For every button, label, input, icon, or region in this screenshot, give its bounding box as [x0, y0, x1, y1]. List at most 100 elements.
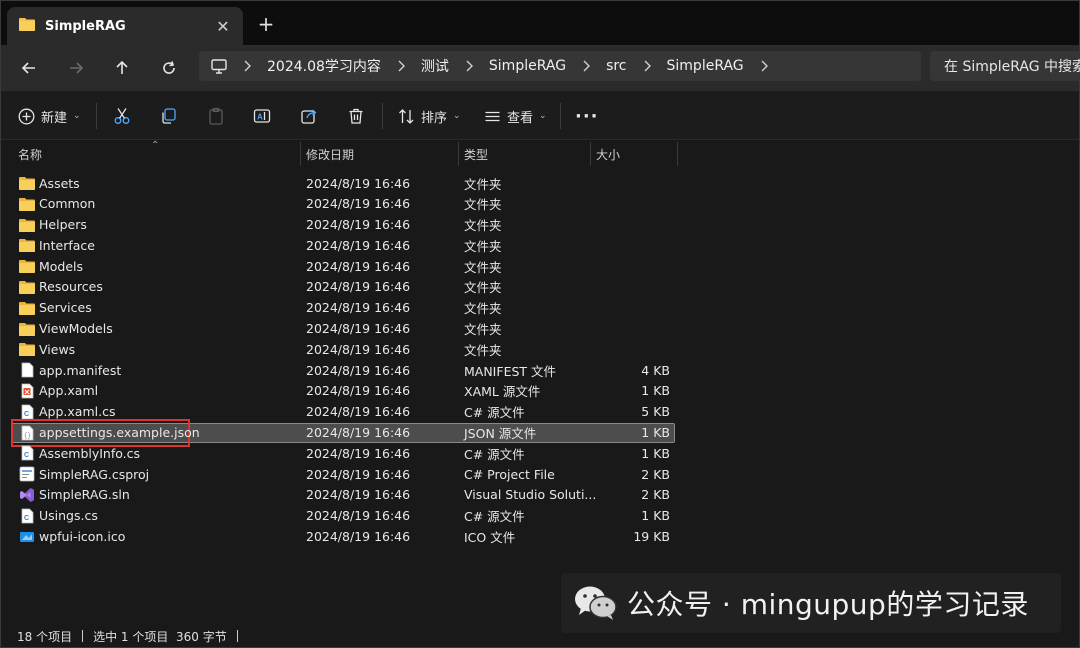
- file-name-cell[interactable]: App.xaml: [19, 381, 98, 401]
- status-divider: [82, 630, 84, 642]
- chevron-down-icon: ⌄: [539, 111, 547, 121]
- column-size[interactable]: 大小: [596, 140, 676, 168]
- file-row[interactable]: Resources 2024/8/19 16:46 文件夹: [1, 277, 1080, 298]
- file-row[interactable]: C Usings.cs 2024/8/19 16:46 C# 源文件 1 KB: [1, 506, 1080, 527]
- file-date: 2024/8/19 16:46: [306, 383, 411, 399]
- file-date: 2024/8/19 16:46: [306, 508, 411, 524]
- delete-button[interactable]: [347, 101, 365, 131]
- file-date: 2024/8/19 16:46: [306, 466, 411, 482]
- file-size: 1 KB: [641, 508, 670, 524]
- rename-icon: A: [253, 109, 271, 123]
- file-size: 1 KB: [641, 445, 670, 461]
- file-type: Visual Studio Soluti...: [464, 487, 597, 503]
- file-size: [591, 256, 670, 276]
- column-divider[interactable]: [590, 142, 591, 166]
- file-type: C# 源文件: [464, 509, 525, 525]
- more-options-button[interactable]: ···: [575, 101, 599, 131]
- file-name-cell[interactable]: Services: [19, 298, 92, 318]
- arrow-right-icon: [70, 62, 84, 74]
- chevron-down-icon: ⌄: [73, 111, 81, 121]
- file-row[interactable]: {} appsettings.example.json 2024/8/19 16:4…: [1, 418, 1080, 447]
- file-name-cell[interactable]: Views: [19, 339, 75, 359]
- search-input[interactable]: 在 SimpleRAG 中搜索: [930, 51, 1080, 81]
- file-name-cell[interactable]: app.manifest: [19, 360, 121, 380]
- file-name-cell[interactable]: C AssemblyInfo.cs: [19, 443, 140, 463]
- file-row[interactable]: app.manifest 2024/8/19 16:46 MANIFEST 文件 4 …: [1, 360, 1080, 381]
- cut-button[interactable]: [113, 101, 131, 131]
- file-row[interactable]: Common 2024/8/19 16:46 文件夹: [1, 194, 1080, 215]
- chevron-right-icon[interactable]: [760, 60, 768, 72]
- file-row[interactable]: ViewModels 2024/8/19 16:46 文件夹: [1, 319, 1080, 340]
- column-date[interactable]: 修改日期: [306, 140, 456, 168]
- trash-icon: [349, 108, 363, 124]
- file-date: 2024/8/19 16:46: [306, 321, 411, 337]
- tab-simplerag[interactable]: SimpleRAG ✕: [7, 7, 243, 45]
- sort-button[interactable]: 排序 ⌄: [398, 101, 461, 131]
- file-name-cell[interactable]: wpfui-icon.ico: [19, 527, 125, 547]
- back-button[interactable]: [14, 53, 44, 83]
- file-name: App.xaml.cs: [39, 404, 116, 420]
- sln-file-icon: [19, 487, 35, 503]
- file-row[interactable]: Services 2024/8/19 16:46 文件夹: [1, 298, 1080, 319]
- address-bar[interactable]: 2024.08学习内容 测试 SimpleRAG src SimpleRAG: [199, 51, 921, 81]
- file-name-cell[interactable]: Helpers: [19, 215, 87, 235]
- file-name-cell[interactable]: C Usings.cs: [19, 506, 98, 526]
- tab-bar: SimpleRAG ✕ +: [1, 1, 1079, 45]
- column-divider[interactable]: [300, 142, 301, 166]
- file-type: ICO 文件: [464, 530, 516, 546]
- file-type: C# 源文件: [464, 405, 525, 421]
- file-name-cell[interactable]: Assets: [19, 173, 80, 193]
- share-button[interactable]: [300, 101, 318, 131]
- status-divider: [236, 630, 238, 642]
- column-name[interactable]: 名称: [18, 140, 300, 168]
- file-row[interactable]: SimpleRAG.csproj 2024/8/19 16:46 C# Projec…: [1, 464, 1080, 485]
- copy-button[interactable]: [160, 101, 178, 131]
- file-name-cell[interactable]: Common: [19, 194, 95, 214]
- file-row[interactable]: SimpleRAG.sln 2024/8/19 16:46 Visual Studi…: [1, 485, 1080, 506]
- file-icon: [19, 362, 35, 378]
- file-name-cell[interactable]: SimpleRAG.csproj: [19, 464, 149, 484]
- file-name-cell[interactable]: ViewModels: [19, 319, 113, 339]
- file-row[interactable]: Helpers 2024/8/19 16:46 文件夹: [1, 215, 1080, 236]
- breadcrumb-src[interactable]: src: [606, 58, 626, 74]
- up-button[interactable]: [107, 53, 137, 83]
- file-row[interactable]: C AssemblyInfo.cs 2024/8/19 16:46 C# 源文件 1 K…: [1, 443, 1080, 464]
- file-row[interactable]: Interface 2024/8/19 16:46 文件夹: [1, 235, 1080, 256]
- csharp-file-icon: C: [19, 404, 35, 420]
- file-name-cell[interactable]: Interface: [19, 235, 95, 255]
- file-list: Assets 2024/8/19 16:46 文件夹 Common 2024/8/19 …: [1, 173, 1080, 547]
- file-row[interactable]: wpfui-icon.ico 2024/8/19 16:46 ICO 文件 19 KB: [1, 527, 1080, 548]
- refresh-button[interactable]: [154, 53, 184, 83]
- breadcrumb-simplerag-inner[interactable]: SimpleRAG: [667, 58, 744, 74]
- file-type: 文件夹: [464, 238, 502, 254]
- breadcrumb-test[interactable]: 测试: [421, 56, 449, 76]
- forward-button[interactable]: [61, 53, 91, 83]
- breadcrumb-simplerag[interactable]: SimpleRAG: [489, 58, 566, 74]
- column-divider[interactable]: [677, 142, 678, 166]
- file-size: 5 KB: [641, 404, 670, 420]
- file-row[interactable]: App.xaml 2024/8/19 16:46 XAML 源文件 1 KB: [1, 381, 1080, 402]
- paste-button[interactable]: [207, 101, 225, 131]
- folder-icon: [19, 300, 35, 316]
- file-name-cell[interactable]: Models: [19, 256, 83, 276]
- file-row[interactable]: Models 2024/8/19 16:46 文件夹: [1, 256, 1080, 277]
- rename-button[interactable]: A: [253, 101, 271, 131]
- breadcrumb-2024-08[interactable]: 2024.08学习内容: [267, 56, 381, 76]
- file-size: 4 KB: [641, 362, 670, 378]
- column-type[interactable]: 类型: [464, 140, 589, 168]
- file-name-cell[interactable]: {} appsettings.example.json: [19, 423, 200, 443]
- file-row[interactable]: Views 2024/8/19 16:46 文件夹: [1, 339, 1080, 360]
- file-date: 2024/8/19 16:46: [306, 445, 411, 461]
- arrow-up-icon: [116, 60, 128, 74]
- file-name: ViewModels: [39, 321, 113, 337]
- new-button[interactable]: 新建 ⌄: [18, 101, 81, 131]
- column-divider[interactable]: [458, 142, 459, 166]
- file-name-cell[interactable]: Resources: [19, 277, 103, 297]
- file-name: appsettings.example.json: [39, 425, 200, 441]
- refresh-icon: [163, 61, 175, 74]
- file-name-cell[interactable]: SimpleRAG.sln: [19, 485, 130, 505]
- file-row[interactable]: Assets 2024/8/19 16:46 文件夹: [1, 173, 1080, 194]
- close-icon[interactable]: ✕: [213, 16, 233, 36]
- new-tab-button[interactable]: +: [253, 11, 279, 37]
- view-button[interactable]: 查看 ⌄: [484, 101, 547, 131]
